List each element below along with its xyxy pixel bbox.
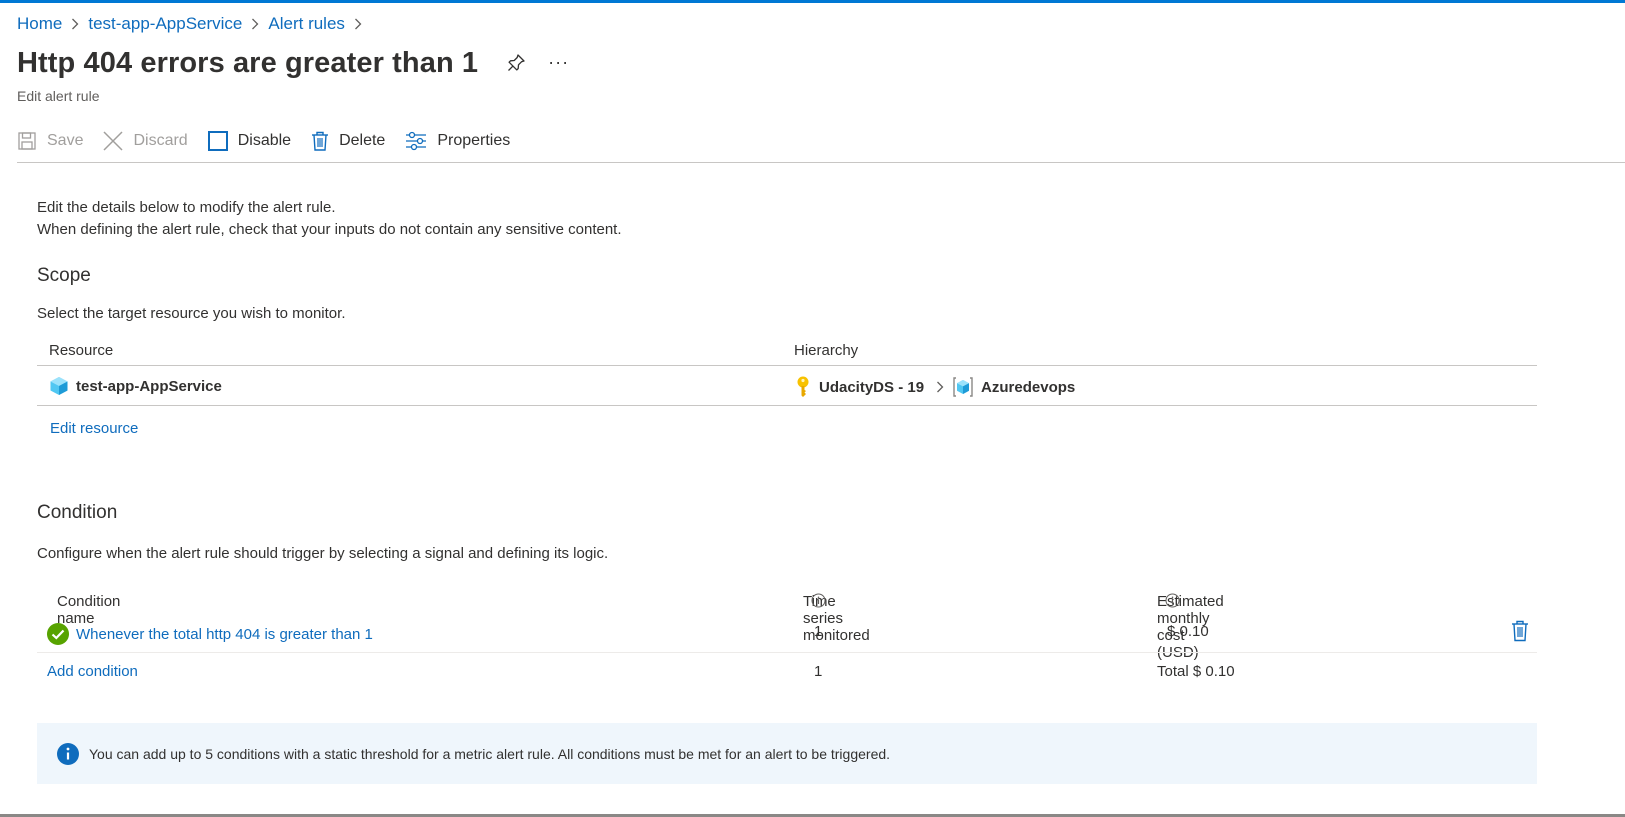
sliders-icon	[405, 131, 427, 151]
scope-table-header: Resource Hierarchy	[37, 335, 1537, 366]
toolbar-divider	[17, 162, 1625, 163]
cost-cell: $ 0.10	[1167, 623, 1209, 640]
page-subtitle: Edit alert rule	[17, 88, 100, 104]
add-condition-link[interactable]: Add condition	[47, 663, 138, 680]
resource-name: test-app-AppService	[76, 377, 222, 395]
page-title: Http 404 errors are greater than 1	[17, 47, 479, 79]
scope-title: Scope	[37, 265, 91, 286]
total-time-series: 1	[814, 663, 823, 680]
disable-label: Disable	[237, 132, 292, 149]
breadcrumb-app-service[interactable]: test-app-AppService	[88, 14, 242, 34]
properties-button[interactable]: Properties	[405, 126, 510, 156]
properties-label: Properties	[437, 132, 511, 149]
info-icon	[57, 742, 79, 765]
condition-table: Condition name Time series monitored Est…	[37, 583, 1537, 693]
condition-title: Condition	[37, 502, 118, 523]
column-header-resource: Resource	[49, 342, 114, 359]
hierarchy-cell: UdacityDS - 19 Azuredevops	[794, 376, 1075, 398]
success-check-icon	[47, 623, 69, 645]
condition-name-cell: Whenever the total http 404 is greater t…	[47, 623, 373, 645]
intro-line-1: Edit the details below to modify the ale…	[37, 199, 336, 216]
table-row: Whenever the total http 404 is greater t…	[37, 613, 1537, 653]
scope-table: Resource Hierarchy test-app-AppService U…	[37, 335, 1537, 406]
intro-line-2: When defining the alert rule, check that…	[37, 221, 622, 238]
info-banner: You can add up to 5 conditions with a st…	[37, 723, 1537, 784]
resource-cell: test-app-AppService	[49, 376, 222, 396]
column-header-hierarchy: Hierarchy	[794, 342, 859, 359]
condition-name-link[interactable]: Whenever the total http 404 is greater t…	[76, 626, 373, 643]
discard-button[interactable]: Discard	[103, 126, 188, 156]
pin-icon[interactable]	[506, 53, 526, 78]
trash-icon	[1511, 620, 1529, 642]
checkbox-icon	[207, 131, 228, 151]
info-icon[interactable]	[811, 593, 826, 608]
breadcrumb-home[interactable]: Home	[17, 14, 62, 34]
close-icon	[103, 131, 123, 151]
disable-button[interactable]: Disable	[207, 126, 292, 156]
edit-resource-link[interactable]: Edit resource	[50, 420, 138, 437]
delete-button[interactable]: Delete	[311, 126, 385, 156]
resource-group-icon	[952, 376, 974, 398]
scope-description: Select the target resource you wish to m…	[37, 305, 346, 322]
chevron-right-icon	[354, 18, 362, 30]
time-series-cell: 1	[814, 623, 823, 640]
table-row: test-app-AppService UdacityDS - 19 Azure…	[37, 366, 1537, 406]
discard-label: Discard	[133, 132, 188, 149]
delete-condition-button[interactable]	[1511, 620, 1529, 642]
condition-description: Configure when the alert rule should tri…	[37, 545, 609, 562]
resource-group-name: Azuredevops	[981, 378, 1076, 396]
app-service-icon	[49, 376, 69, 396]
chevron-right-icon	[251, 18, 259, 30]
save-label: Save	[47, 132, 84, 149]
condition-total-row: Add condition 1 Total $ 0.10	[37, 653, 1537, 693]
info-banner-text: You can add up to 5 conditions with a st…	[89, 745, 891, 762]
delete-label: Delete	[339, 132, 386, 149]
chevron-right-icon	[936, 381, 944, 393]
title-row: Http 404 errors are greater than 1 ···	[17, 47, 569, 80]
save-icon	[17, 131, 37, 151]
intro-text: Edit the details below to modify the ale…	[37, 197, 622, 241]
command-bar: Save Discard Disable Delete Properties	[17, 126, 530, 156]
breadcrumb: Home test-app-AppService Alert rules	[17, 14, 371, 34]
chevron-right-icon	[71, 18, 79, 30]
condition-table-header: Condition name Time series monitored Est…	[37, 583, 1537, 661]
more-options-icon[interactable]: ···	[548, 52, 569, 73]
breadcrumb-alert-rules[interactable]: Alert rules	[268, 14, 345, 34]
subscription-name: UdacityDS - 19	[819, 378, 925, 396]
key-icon	[794, 376, 812, 398]
trash-icon	[311, 131, 329, 151]
save-button[interactable]: Save	[17, 126, 83, 156]
top-accent-bar	[0, 0, 1625, 3]
info-icon[interactable]	[1165, 593, 1180, 608]
total-cost: Total $ 0.10	[1157, 663, 1235, 680]
